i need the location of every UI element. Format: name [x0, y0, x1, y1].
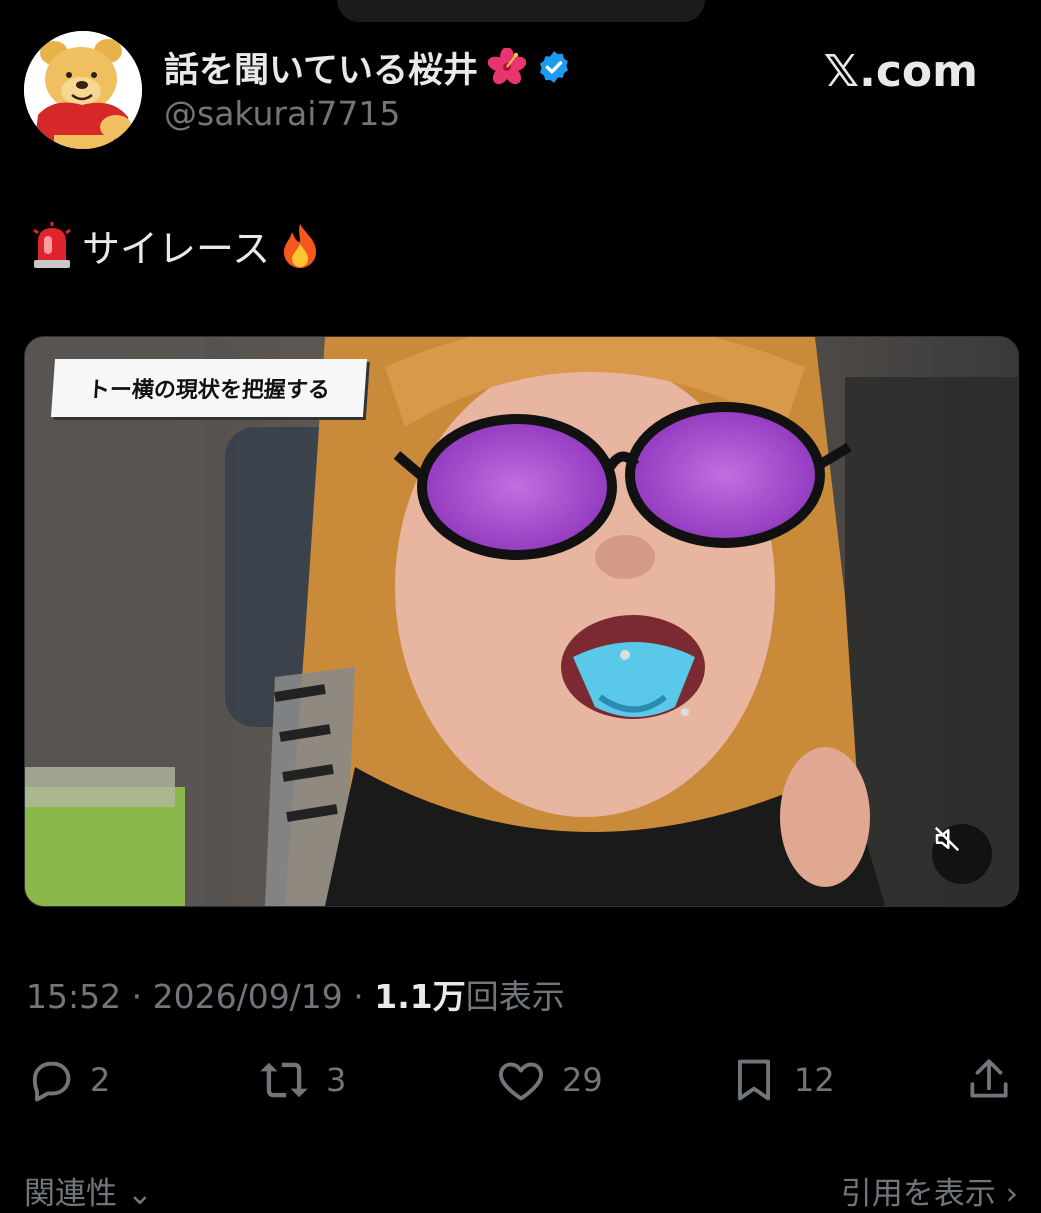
tweet-metadata: 15:52 · 2026/09/19 · 1.1万回表示 [26, 977, 565, 1016]
share-button[interactable] [964, 1054, 1014, 1106]
video-player[interactable]: トー横の現状を把握する [24, 336, 1019, 907]
share-icon [970, 1059, 1008, 1098]
user-handle[interactable]: @sakurai7715 [164, 94, 400, 133]
verified-badge-icon [540, 51, 568, 83]
tweet-date: 2026/09/19 [152, 977, 343, 1016]
fire-emoji-icon [284, 223, 317, 268]
x-brand-logo: 𝕏.com [823, 46, 978, 97]
like-count: 29 [562, 1061, 603, 1099]
action-bar: 2 3 29 12 [24, 1054, 1018, 1114]
heart-icon [499, 1062, 543, 1101]
hibiscus-emoji-icon [487, 48, 526, 85]
views-count: 1.1 [374, 977, 433, 1016]
like-button[interactable]: 29 [494, 1054, 603, 1106]
bookmark-button[interactable]: 12 [728, 1054, 835, 1106]
pooh-avatar-image [24, 31, 142, 149]
tweet-header: 話を聞いている桜井 @sakurai7715 𝕏.com [24, 30, 1018, 150]
views-unit: 万 [432, 977, 466, 1016]
reply-button[interactable]: 2 [24, 1054, 110, 1106]
video-thumbnail [25, 337, 1018, 906]
name-row: 話を聞いている桜井 [164, 42, 572, 93]
views-label: 回表示 [465, 977, 565, 1016]
bookmark-icon [737, 1059, 771, 1101]
chevron-right-icon: › [1005, 1176, 1018, 1212]
sort-relevance-dropdown[interactable]: 関連性 ⌄ [24, 1168, 153, 1213]
avatar[interactable] [24, 31, 142, 149]
siren-emoji-icon [33, 221, 71, 268]
repost-button[interactable]: 3 [256, 1054, 346, 1106]
tweet-text: サイレース [30, 218, 322, 273]
quotes-label: 引用を表示 [840, 1176, 996, 1212]
bookmark-count: 12 [794, 1061, 835, 1099]
reply-count: 2 [90, 1061, 111, 1099]
chevron-down-icon: ⌄ [126, 1176, 153, 1212]
device-notch [337, 0, 705, 22]
video-caption-overlay: トー横の現状を把握する [50, 359, 368, 417]
tweet-body: サイレース [82, 227, 271, 271]
sort-label: 関連性 [24, 1176, 117, 1212]
mute-toggle-button[interactable] [932, 824, 992, 884]
repost-count: 3 [326, 1061, 347, 1099]
reply-icon [32, 1061, 71, 1102]
view-quotes-link[interactable]: 引用を表示 › [841, 1168, 1018, 1213]
speaker-muted-icon [934, 826, 960, 852]
reply-filter-row: 関連性 ⌄ 引用を表示 › [24, 1168, 1018, 1212]
tweet-time: 15:52 [26, 977, 122, 1016]
repost-icon [260, 1062, 308, 1098]
display-name[interactable]: 話を聞いている桜井 [164, 42, 478, 93]
